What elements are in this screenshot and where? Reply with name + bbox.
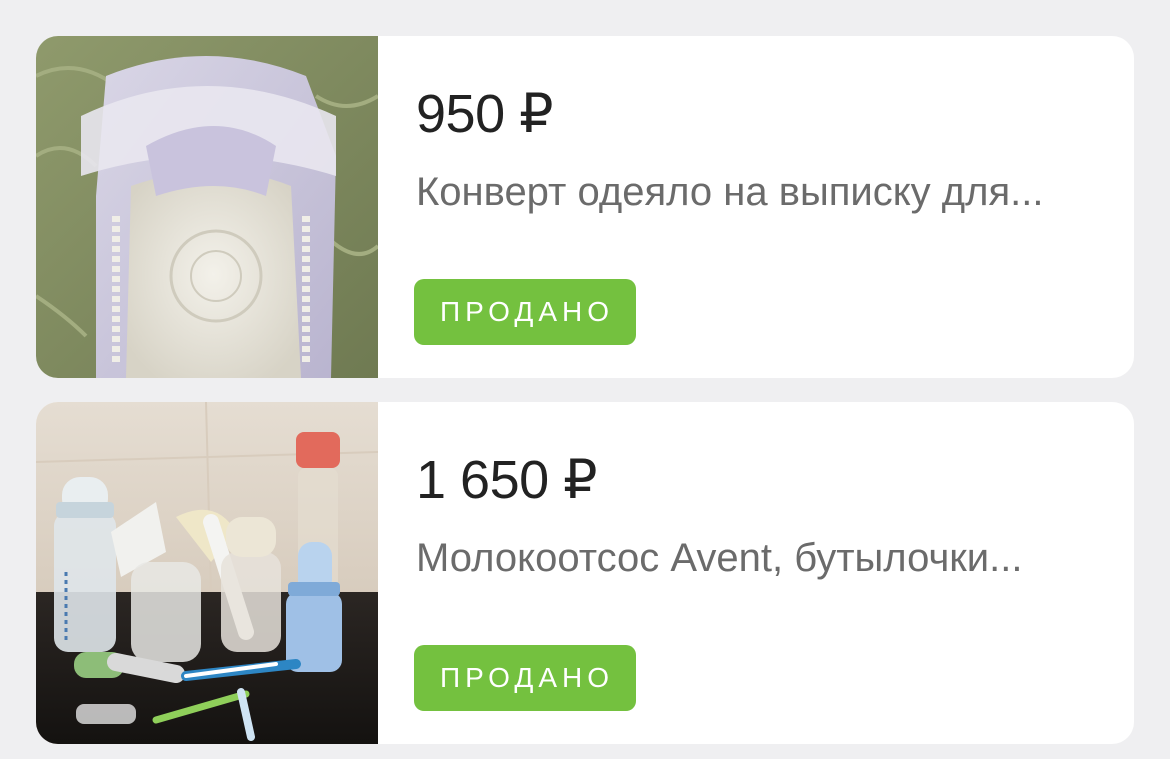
listing-title[interactable]: Конверт одеяло на выписку для... (416, 164, 1116, 220)
breast-pump-bottles-photo (36, 402, 378, 744)
listing-photo[interactable] (36, 402, 378, 744)
listing-info: 1 650 ₽ Молокоотсос Avent, бутылочки... … (378, 402, 1134, 744)
listing-price: 1 650 ₽ (416, 450, 598, 510)
baby-envelope-blanket-photo (36, 36, 378, 378)
sold-badge: ПРОДАНО (414, 645, 636, 711)
listing-price: 950 ₽ (416, 84, 553, 144)
listing-info: 950 ₽ Конверт одеяло на выписку для... П… (378, 36, 1134, 378)
listing-title[interactable]: Молокоотсос Avent, бутылочки... (416, 530, 1116, 586)
listing-card[interactable]: 1 650 ₽ Молокоотсос Avent, бутылочки... … (36, 402, 1134, 744)
listing-photo[interactable] (36, 36, 378, 378)
sold-badge: ПРОДАНО (414, 279, 636, 345)
listings-list: 950 ₽ Конверт одеяло на выписку для... П… (0, 0, 1170, 759)
listing-card[interactable]: 950 ₽ Конверт одеяло на выписку для... П… (36, 36, 1134, 378)
